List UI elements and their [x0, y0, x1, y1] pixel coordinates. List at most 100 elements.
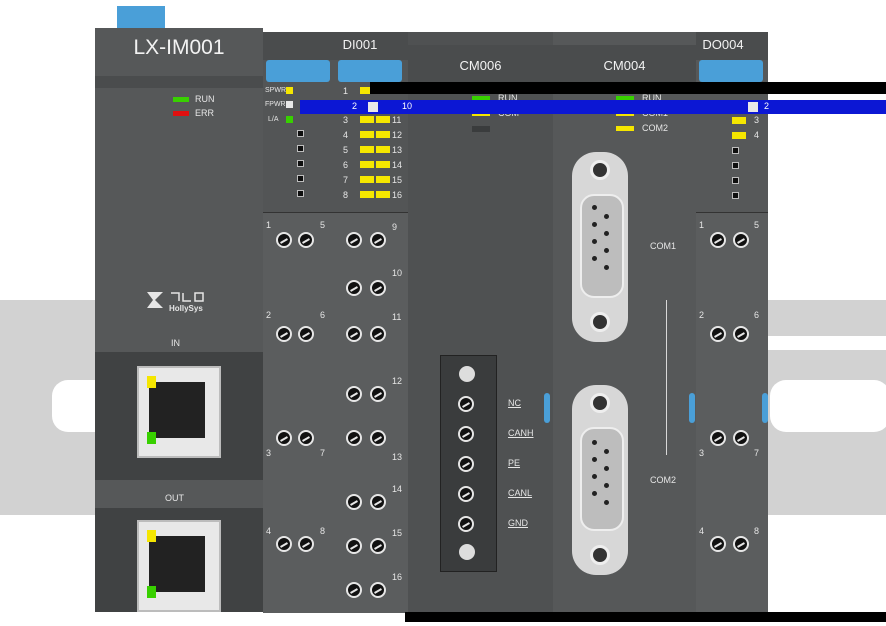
- screw-terminal[interactable]: [276, 232, 292, 248]
- db9-com1-shell: [580, 194, 624, 298]
- screw-terminal[interactable]: [733, 232, 749, 248]
- di001-term-label: 7: [320, 448, 326, 458]
- di001-unused-led-5: [297, 190, 304, 197]
- screw-terminal[interactable]: [346, 494, 362, 510]
- di001-term-label: 9: [392, 222, 398, 232]
- di001-term-label: 10: [392, 268, 403, 278]
- di001-ch-led: [360, 131, 374, 138]
- screw-terminal[interactable]: [346, 326, 362, 342]
- db9-pin: [592, 222, 597, 227]
- screw-terminal[interactable]: [346, 280, 362, 296]
- db9-com2-port[interactable]: [572, 385, 628, 575]
- screw-terminal[interactable]: [370, 386, 386, 402]
- overlay-do004-ch-label: 2: [764, 101, 770, 111]
- overlay-black-bar-top: [370, 82, 886, 94]
- rj45-out-port[interactable]: [137, 520, 221, 612]
- di001-clip-right[interactable]: [338, 60, 402, 82]
- screw-terminal[interactable]: [298, 430, 314, 446]
- screw-terminal[interactable]: [346, 386, 362, 402]
- screw-terminal[interactable]: [346, 430, 362, 446]
- cm006-title: CM006: [459, 58, 502, 73]
- screw-terminal[interactable]: [298, 232, 314, 248]
- screw-terminal[interactable]: [370, 280, 386, 296]
- db9-pin: [604, 500, 609, 505]
- screw-terminal[interactable]: [710, 232, 726, 248]
- screw-terminal[interactable]: [733, 536, 749, 552]
- screw-terminal[interactable]: [346, 538, 362, 554]
- db9-pin: [604, 483, 609, 488]
- di001-term-label: 8: [320, 526, 326, 536]
- di001-term-label: 4: [266, 526, 272, 536]
- di001-la-label: L/A: [268, 116, 279, 123]
- can-pin-label: PE: [508, 458, 521, 468]
- di001-ch-label: 8: [343, 190, 349, 200]
- di001-term-label: 3: [266, 448, 272, 458]
- di001-clip-left[interactable]: [266, 60, 330, 82]
- do004-unused-led: [732, 177, 739, 184]
- di001-ch-label: 6: [343, 160, 349, 170]
- screw-terminal[interactable]: [370, 494, 386, 510]
- di001-term-label: 5: [320, 220, 326, 230]
- di001-ch-led: [360, 176, 374, 183]
- cm004-com2-led: [616, 126, 634, 131]
- hollysys-brand-text: HollySys: [169, 304, 203, 313]
- screw-terminal[interactable]: [298, 536, 314, 552]
- overlay-black-bar-bottom: [405, 612, 886, 622]
- im001-title: LX-IM001: [133, 36, 225, 59]
- can-terminal-screw[interactable]: [458, 516, 474, 532]
- do004-term-label: 6: [754, 310, 760, 320]
- can-terminal-screw[interactable]: [458, 426, 474, 442]
- screw-terminal[interactable]: [276, 326, 292, 342]
- cm004-port2-label: COM2: [650, 475, 677, 485]
- overlay-gap-right: [768, 336, 886, 350]
- can-connector-top-hole: [459, 366, 475, 382]
- do004-term-label: 4: [699, 526, 705, 536]
- screw-terminal[interactable]: [710, 536, 726, 552]
- screw-terminal[interactable]: [276, 536, 292, 552]
- can-terminal-screw[interactable]: [458, 456, 474, 472]
- can-terminal-screw[interactable]: [458, 486, 474, 502]
- can-terminal-screw[interactable]: [458, 396, 474, 412]
- di001-ch-label: 7: [343, 175, 349, 185]
- do004-term-label: 1: [699, 220, 705, 230]
- rj45-in-cavity: [149, 382, 205, 438]
- do004-clip[interactable]: [699, 60, 763, 82]
- screw-terminal[interactable]: [370, 538, 386, 554]
- screw-terminal[interactable]: [710, 430, 726, 446]
- im001-top-clip: [117, 6, 165, 28]
- db9-pin: [592, 491, 597, 496]
- screw-terminal[interactable]: [276, 430, 292, 446]
- do004-ch-led: [732, 117, 746, 124]
- di001-ch-label: 1: [343, 86, 349, 96]
- can-pin-label: GND: [508, 518, 528, 528]
- screw-terminal[interactable]: [733, 430, 749, 446]
- screw-terminal[interactable]: [370, 582, 386, 598]
- rj45-in-port[interactable]: [137, 366, 221, 458]
- di001-term-label: 12: [392, 376, 403, 386]
- screw-terminal[interactable]: [346, 232, 362, 248]
- di001-ch-led: [376, 146, 390, 153]
- screw-terminal[interactable]: [370, 326, 386, 342]
- screw-terminal[interactable]: [346, 582, 362, 598]
- di001-ch-label: 12: [392, 130, 403, 140]
- db9-pin: [604, 265, 609, 270]
- do004-term-label: 2: [699, 310, 705, 320]
- screw-terminal[interactable]: [710, 326, 726, 342]
- hollysys-cn-mark: [169, 290, 209, 302]
- db9-com1-port[interactable]: [572, 152, 628, 342]
- screw-terminal[interactable]: [733, 326, 749, 342]
- di001-term-label: 6: [320, 310, 326, 320]
- screw-terminal[interactable]: [298, 326, 314, 342]
- can-connector-bottom-hole: [459, 544, 475, 560]
- do004-ch-label: 4: [754, 130, 760, 140]
- im001-header-divider: [95, 76, 263, 88]
- can-pin-label: CANL: [508, 488, 533, 498]
- db9-pin: [592, 239, 597, 244]
- di001-unused-led-3: [297, 160, 304, 167]
- di001-ch-led: [360, 146, 374, 153]
- do004-ch-led: [732, 132, 746, 139]
- screw-terminal[interactable]: [370, 232, 386, 248]
- db9-pin: [592, 440, 597, 445]
- screw-terminal[interactable]: [370, 430, 386, 446]
- db9-pin: [604, 449, 609, 454]
